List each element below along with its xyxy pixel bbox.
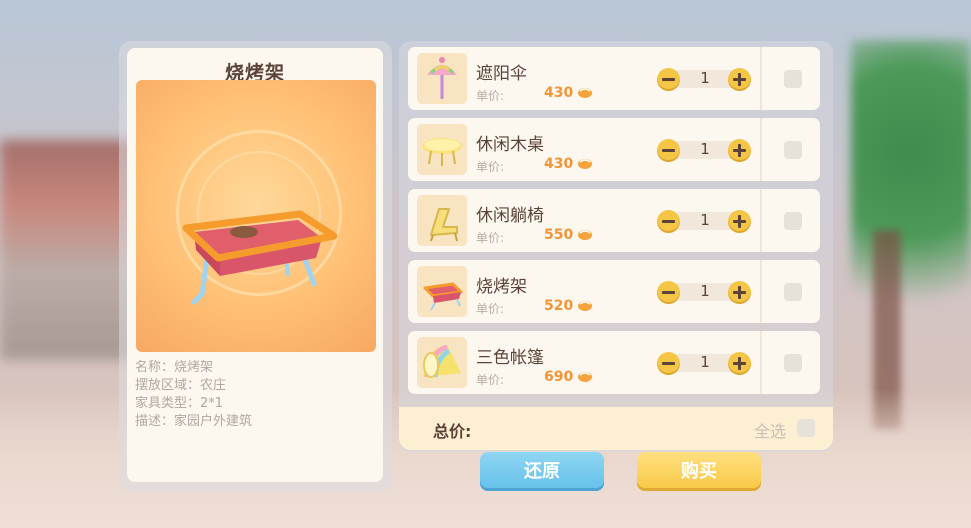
increase-button[interactable] <box>728 352 751 375</box>
select-all-checkbox[interactable] <box>797 419 815 437</box>
total-bar: 总价: 全选 <box>399 407 833 450</box>
detail-name-line: 名称：烧烤架 <box>135 360 214 375</box>
increase-button[interactable] <box>728 68 751 91</box>
coin-icon <box>578 159 592 169</box>
coin-icon <box>578 230 592 240</box>
item-checkbox[interactable] <box>784 283 802 301</box>
decrease-button[interactable] <box>657 139 680 162</box>
list-item[interactable]: 休闲木桌 单价: 430 1 <box>408 118 820 181</box>
coin-icon <box>578 372 592 382</box>
row-divider <box>760 331 762 394</box>
unit-price: 550 <box>544 227 574 243</box>
quantity-value: 1 <box>700 69 710 87</box>
item-name: 三色帐篷 <box>476 348 544 368</box>
unit-price: 520 <box>544 298 574 314</box>
total-price-label: 总价: <box>433 422 472 441</box>
item-preview <box>136 80 376 352</box>
detail-info: 名称：烧烤架 摆放区域：农庄 家具类型：2*1 描述：家园户外建筑 <box>135 359 252 431</box>
item-name: 休闲木桌 <box>476 135 544 155</box>
unit-price-label: 单价: <box>476 89 505 103</box>
decrease-button[interactable] <box>657 68 680 91</box>
item-name: 烧烤架 <box>476 277 527 297</box>
item-checkbox[interactable] <box>784 70 802 88</box>
row-divider <box>760 260 762 323</box>
unit-price: 690 <box>544 369 574 385</box>
detail-desc-line: 描述：家园户外建筑 <box>135 414 253 429</box>
unit-price-label: 单价: <box>476 231 505 245</box>
detail-area-line: 摆放区域：农庄 <box>135 378 227 393</box>
reset-button[interactable]: 还原 <box>480 452 604 491</box>
item-checkbox[interactable] <box>784 141 802 159</box>
row-divider <box>760 47 762 110</box>
item-name: 休闲躺椅 <box>476 206 544 226</box>
quantity-value: 1 <box>700 282 710 300</box>
detail-panel: 烧烤架 名称：烧烤架 摆放区域：农庄 家具类型：2*1 描述：家园户外建筑 <box>127 48 383 482</box>
table-icon <box>417 124 467 175</box>
list-item[interactable]: 烧烤架 单价: 520 1 <box>408 260 820 323</box>
grill-preview-icon <box>182 210 338 305</box>
decrease-button[interactable] <box>657 281 680 304</box>
item-checkbox[interactable] <box>784 212 802 230</box>
list-item[interactable]: 休闲躺椅 单价: 550 1 <box>408 189 820 252</box>
quantity-value: 1 <box>700 353 710 371</box>
list-item[interactable]: 遮阳伞 单价: 430 1 <box>408 47 820 110</box>
decrease-button[interactable] <box>657 210 680 233</box>
grill-icon <box>417 266 467 317</box>
quantity-value: 1 <box>700 211 710 229</box>
increase-button[interactable] <box>728 139 751 162</box>
unit-price: 430 <box>544 85 574 101</box>
unit-price: 430 <box>544 156 574 172</box>
buy-button[interactable]: 购买 <box>637 452 761 491</box>
row-divider <box>760 118 762 181</box>
quantity-value: 1 <box>700 140 710 158</box>
unit-price-label: 单价: <box>476 373 505 387</box>
coin-icon <box>578 88 592 98</box>
list-item[interactable]: 三色帐篷 单价: 690 1 <box>408 331 820 394</box>
increase-button[interactable] <box>728 281 751 304</box>
item-name: 遮阳伞 <box>476 64 527 84</box>
lounge-chair-icon <box>417 195 467 246</box>
decrease-button[interactable] <box>657 352 680 375</box>
unit-price-label: 单价: <box>476 160 505 174</box>
background-tree <box>851 40 971 360</box>
row-divider <box>760 189 762 252</box>
parasol-icon <box>417 53 467 104</box>
select-all-label: 全选 <box>754 422 787 441</box>
detail-type-line: 家具类型：2*1 <box>135 396 224 411</box>
tent-icon <box>417 337 467 388</box>
increase-button[interactable] <box>728 210 751 233</box>
item-checkbox[interactable] <box>784 354 802 372</box>
coin-icon <box>578 301 592 311</box>
unit-price-label: 单价: <box>476 302 505 316</box>
